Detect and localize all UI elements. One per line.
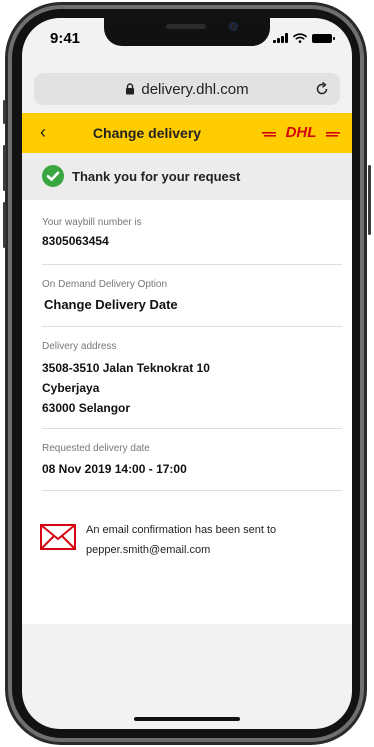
email-message: An email confirmation has been sent to [86,524,277,536]
dhl-logo-text: DHL [286,124,317,140]
divider [42,264,342,265]
side-button [3,202,6,248]
address-line: Cyberjaya [42,381,100,395]
speaker [166,24,206,29]
notch [104,18,270,46]
wifi-icon [293,33,307,43]
side-button [368,165,371,235]
page-title: Change delivery [92,125,202,141]
address-section: Delivery address 3508-3510 Jalan Teknokr… [42,340,342,418]
address-line: 63000 Selangor [42,401,131,415]
date-value: 08 Nov 2019 14:00 - 17:00 [42,462,187,476]
url-text: delivery.dhl.com [141,81,249,98]
delivery-details: Your waybill number is 8305063454 On Dem… [22,200,352,624]
side-button [3,100,6,124]
email-address: pepper.smith@email.com [86,544,211,556]
status-icons [273,33,335,43]
divider [42,428,342,429]
confirmation-message: Thank you for your request [72,169,241,184]
home-indicator[interactable] [134,717,240,721]
waybill-label: Your waybill number is [42,217,142,228]
battery-icon [312,33,335,43]
email-notice: An email confirmation has been sent to p… [86,520,276,560]
mail-icon [40,524,76,550]
address-bar[interactable]: delivery.dhl.com [34,73,340,105]
check-circle-icon [42,165,64,187]
phone-screen: 9:41 delivery.dhl.com ‹ Change delivery [22,18,352,729]
lock-icon [126,83,135,95]
camera [229,22,238,31]
option-label: On Demand Delivery Option [42,279,168,290]
address-label: Delivery address [42,341,117,352]
option-section: On Demand Delivery Option Change Deliver… [42,278,342,314]
divider [42,490,342,491]
url-display[interactable]: delivery.dhl.com [34,81,340,98]
status-time: 9:41 [50,30,81,47]
waybill-number: 8305063454 [42,234,109,248]
option-value: Change Delivery Date [44,297,178,312]
side-button [3,145,6,191]
date-section: Requested delivery date 08 Nov 2019 14:0… [42,442,342,478]
address-line: 3508-3510 Jalan Teknokrat 10 [42,361,210,375]
divider [42,326,342,327]
confirmation-banner: Thank you for your request [22,153,352,200]
signal-icon [273,33,288,43]
waybill-section: Your waybill number is 8305063454 [42,216,342,250]
date-label: Requested delivery date [42,443,150,454]
reload-icon[interactable] [314,81,330,97]
dhl-logo: DHL [262,124,340,140]
